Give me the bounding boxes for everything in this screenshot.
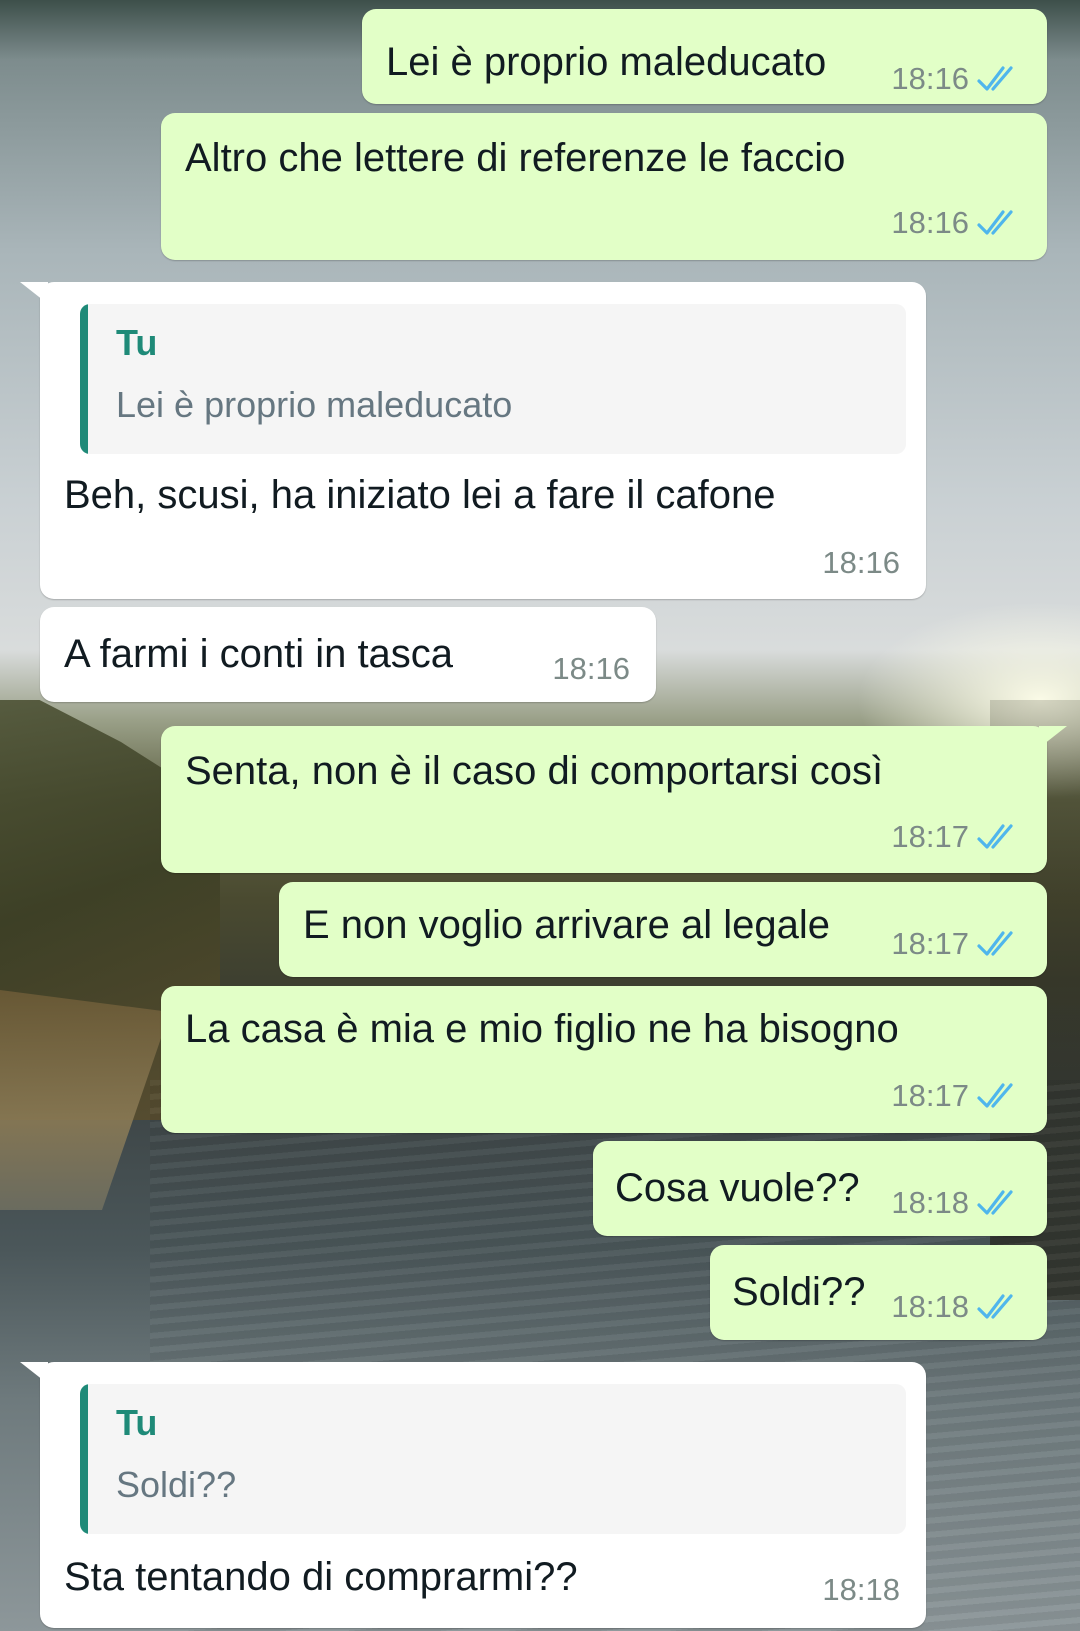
message-bubble-outgoing[interactable]: Soldi?? 18:18 [710,1245,1047,1340]
double-check-icon [977,66,1013,91]
message-text: La casa è mia e mio figlio ne ha bisogno [185,1007,899,1051]
double-check-icon [977,1083,1013,1108]
message-bubble-incoming[interactable]: A farmi i conti in tasca 18:16 [40,607,656,702]
message-text: E non voglio arrivare al legale [303,903,830,947]
message-text: Cosa vuole?? [615,1166,860,1210]
message-bubble-outgoing[interactable]: Cosa vuole?? 18:18 [593,1141,1047,1236]
message-text: Senta, non è il caso di comportarsi così [185,749,884,793]
quoted-reply[interactable]: Tu Soldi?? [80,1384,906,1534]
message-bubble-outgoing[interactable]: Senta, non è il caso di comportarsi così… [161,726,1047,873]
reply-accent-bar [80,304,88,454]
message-time: 18:18 [822,1572,900,1607]
message-meta: 18:16 [552,651,630,687]
message-meta: 18:16 [891,61,1021,97]
double-check-icon [977,1190,1013,1215]
message-time: 18:17 [891,926,969,961]
message-time: 18:17 [891,1078,969,1113]
message-bubble-outgoing[interactable]: Lei è proprio maleducato 18:16 [362,9,1047,104]
message-bubble-outgoing[interactable]: E non voglio arrivare al legale 18:17 [279,882,1047,977]
reply-author: Tu [116,322,158,363]
message-bubble-outgoing[interactable]: La casa è mia e mio figlio ne ha bisogno… [161,986,1047,1133]
reply-text: Lei è proprio maleducato [116,384,513,425]
message-time: 18:16 [891,205,969,240]
message-time: 18:17 [891,819,969,854]
reply-accent-bar [80,1384,88,1534]
message-meta: 18:17 [891,1078,1021,1114]
message-time: 18:16 [822,545,900,580]
message-time: 18:16 [891,61,969,96]
message-time: 18:16 [552,651,630,686]
double-check-icon [977,824,1013,849]
message-text: Sta tentando di comprarmi?? [64,1555,578,1599]
message-time: 18:18 [891,1289,969,1324]
message-bubble-outgoing[interactable]: Altro che lettere di referenze le faccio… [161,113,1047,260]
double-check-icon [977,1294,1013,1319]
message-bubble-incoming[interactable]: Tu Lei è proprio maleducato Beh, scusi, … [40,282,926,599]
message-text: Beh, scusi, ha iniziato lei a fare il ca… [64,473,776,517]
reply-author: Tu [116,1402,158,1443]
message-meta: 18:16 [822,545,900,581]
message-text: Lei è proprio maleducato [386,40,827,84]
message-meta: 18:17 [891,819,1021,855]
message-meta: 18:18 [891,1185,1021,1221]
message-meta: 18:18 [891,1289,1021,1325]
message-bubble-incoming[interactable]: Tu Soldi?? Sta tentando di comprarmi?? 1… [40,1362,926,1628]
message-time: 18:18 [891,1185,969,1220]
double-check-icon [977,210,1013,235]
message-meta: 18:18 [822,1572,900,1608]
message-list: Lei è proprio maleducato 18:16 Altro che… [0,0,1080,1631]
quoted-reply[interactable]: Tu Lei è proprio maleducato [80,304,906,454]
double-check-icon [977,931,1013,956]
message-text: A farmi i conti in tasca [64,632,454,676]
message-meta: 18:16 [891,205,1021,241]
reply-text: Soldi?? [116,1464,237,1505]
message-meta: 18:17 [891,926,1021,962]
message-text: Altro che lettere di referenze le faccio [185,136,846,180]
message-text: Soldi?? [732,1270,866,1314]
